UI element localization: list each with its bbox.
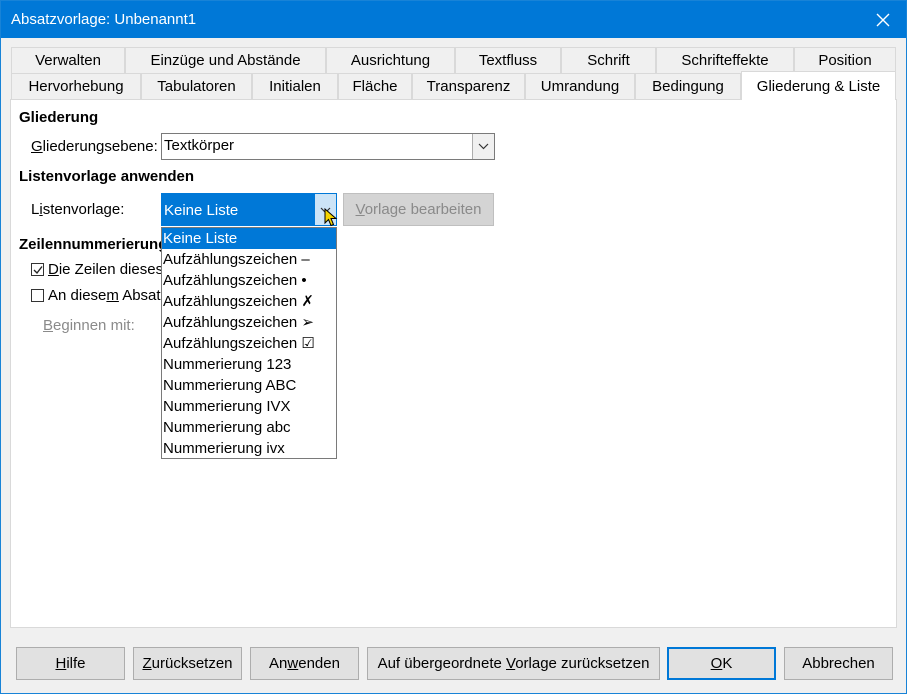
- neu-beginnen-checkbox[interactable]: [31, 289, 44, 302]
- listenvorlage-value: Keine Liste: [164, 202, 239, 219]
- list-option[interactable]: Keine Liste: [162, 228, 336, 249]
- tab-gliederung-liste[interactable]: Gliederung & Liste: [741, 71, 896, 100]
- tab-schrift[interactable]: Schrift: [561, 47, 656, 74]
- window-title: Absatzvorlage: Unbenannt1: [11, 11, 197, 28]
- tab-textfluss[interactable]: Textfluss: [455, 47, 561, 74]
- tab-bedingung[interactable]: Bedingung: [635, 73, 741, 100]
- gliederungsebene-dropdown-button[interactable]: [472, 134, 494, 159]
- checkmark-icon: [33, 266, 43, 275]
- ok-button[interactable]: OK: [667, 647, 776, 680]
- gliederungsebene-label: Gliederungsebene:: [31, 138, 158, 155]
- tab-tabulatoren[interactable]: Tabulatoren: [141, 73, 252, 100]
- reset-to-parent-button[interactable]: Auf übergeordnete Vorlage zurücksetzen: [367, 647, 660, 680]
- mouse-cursor-icon: [324, 207, 338, 231]
- list-option[interactable]: Aufzählungszeichen •: [162, 270, 336, 291]
- list-option[interactable]: Nummerierung ivx: [162, 438, 336, 459]
- tab-transparenz[interactable]: Transparenz: [412, 73, 525, 100]
- listenvorlage-select[interactable]: Keine Liste: [161, 193, 337, 226]
- tab-verwalten[interactable]: Verwalten: [11, 47, 125, 74]
- list-option[interactable]: Aufzählungszeichen ✗: [162, 291, 336, 312]
- section-zeilennummerierung-heading: Zeilennummerierung: [19, 236, 168, 253]
- list-option[interactable]: Nummerierung abc: [162, 417, 336, 438]
- close-icon: [876, 13, 890, 27]
- beginnen-mit-label: Beginnen mit:: [43, 317, 135, 334]
- tab-ausrichtung[interactable]: Ausrichtung: [326, 47, 455, 74]
- section-liste-heading: Listenvorlage anwenden: [19, 168, 195, 185]
- tab-hervorhebung[interactable]: Hervorhebung: [11, 73, 141, 100]
- gliederungsebene-select[interactable]: Textkörper: [161, 133, 495, 160]
- tab-flaeche[interactable]: Fläche: [338, 73, 412, 100]
- list-option[interactable]: Nummerierung IVX: [162, 396, 336, 417]
- tab-schrifteffekte[interactable]: Schrifteffekte: [656, 47, 794, 74]
- zeilen-mitzaehlen-checkbox[interactable]: [31, 263, 44, 276]
- neu-beginnen-label[interactable]: An diesem Absat: [48, 287, 161, 304]
- tab-position[interactable]: Position: [794, 47, 896, 74]
- section-gliederung-heading: Gliederung: [19, 109, 99, 126]
- reset-button[interactable]: Zurücksetzen: [133, 647, 242, 680]
- list-option[interactable]: Nummerierung ABC: [162, 375, 336, 396]
- cancel-button[interactable]: Abbrechen: [784, 647, 893, 680]
- list-option[interactable]: Aufzählungszeichen ☑: [162, 333, 336, 354]
- close-button[interactable]: [860, 1, 906, 38]
- list-option[interactable]: Aufzählungszeichen ➢: [162, 312, 336, 333]
- help-button[interactable]: Hilfe: [16, 647, 125, 680]
- list-option[interactable]: Aufzählungszeichen –: [162, 249, 336, 270]
- tab-initialen[interactable]: Initialen: [252, 73, 338, 100]
- tab-einzuege-abstaende[interactable]: Einzüge und Abstände: [125, 47, 326, 74]
- zeilen-mitzaehlen-label[interactable]: Die Zeilen dieses: [48, 261, 163, 278]
- apply-button[interactable]: Anwenden: [250, 647, 359, 680]
- title-bar: Absatzvorlage: Unbenannt1: [1, 1, 906, 38]
- paragraph-style-dialog: Absatzvorlage: Unbenannt1 Verwalten Einz…: [0, 0, 907, 694]
- tab-umrandung[interactable]: Umrandung: [525, 73, 635, 100]
- gliederungsebene-value: Textkörper: [164, 137, 235, 154]
- listenvorlage-dropdown-list: Keine Liste Aufzählungszeichen – Aufzähl…: [161, 227, 337, 459]
- listenvorlage-label: Listenvorlage:: [31, 201, 125, 218]
- vorlage-bearbeiten-button[interactable]: Vorlage bearbeiten: [343, 193, 494, 226]
- list-option[interactable]: Nummerierung 123: [162, 354, 336, 375]
- chevron-down-icon: [478, 143, 489, 150]
